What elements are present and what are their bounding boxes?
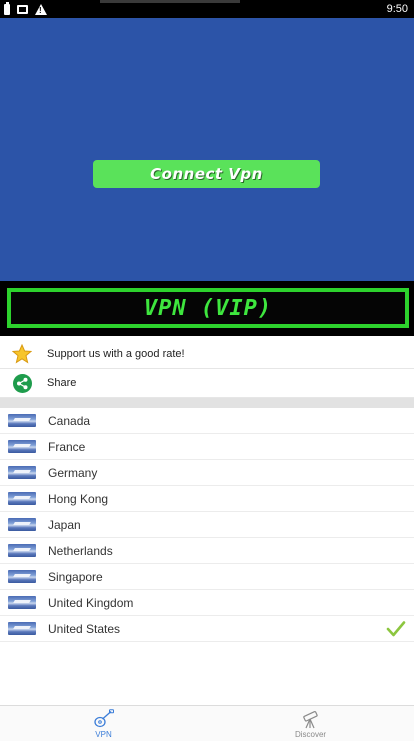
flag-icon [8,466,36,479]
checkmark-icon [386,621,406,637]
status-bar-notch [100,0,240,3]
connect-vpn-label: Connect Vpn [150,165,263,183]
rate-us-label: Support us with a good rate! [47,348,185,360]
tab-discover[interactable]: Discover [207,706,414,741]
flag-icon [8,440,36,453]
tab-vpn[interactable]: VPN [0,706,207,741]
status-time: 9:50 [386,3,408,15]
action-list: Support us with a good rate! Share [0,340,414,398]
country-name: Singapore [48,569,103,584]
country-row-canada[interactable]: Canada [0,408,414,434]
status-icons [4,1,47,16]
country-row-hong-kong[interactable]: Hong Kong [0,486,414,512]
country-name: United States [48,621,121,636]
photo-icon [17,4,28,14]
country-row-singapore[interactable]: Singapore [0,564,414,590]
status-bar: 9:50 [0,0,414,18]
connect-panel: Connect Vpn [0,18,414,281]
country-name: United Kingdom [48,595,134,610]
country-name: Germany [48,465,98,480]
vip-banner-label: VPN (VIP) [143,295,273,321]
country-row-united-states[interactable]: United States [0,616,414,642]
country-name: Hong Kong [48,491,109,506]
guitar-icon [93,708,114,727]
bottom-nav: VPN Discover [0,705,414,741]
share-icon [12,373,32,393]
country-name: France [48,439,86,454]
flag-icon [8,492,36,505]
rate-us-row[interactable]: Support us with a good rate! [0,340,414,369]
country-name: Netherlands [48,543,113,558]
country-row-germany[interactable]: Germany [0,460,414,486]
tab-vpn-label: VPN [95,729,112,739]
warning-icon [35,3,47,15]
country-list: Canada France Germany Hong Kong Japan Ne… [0,408,414,642]
section-divider [0,398,414,408]
share-label: Share [47,377,77,389]
star-icon [12,344,32,364]
flag-icon [8,570,36,583]
vip-banner[interactable]: VPN (VIP) [0,281,414,336]
vip-banner-box: VPN (VIP) [7,288,409,328]
flag-icon [8,518,36,531]
country-row-united-kingdom[interactable]: United Kingdom [0,590,414,616]
flag-icon [8,596,36,609]
telescope-icon [302,710,318,728]
country-row-netherlands[interactable]: Netherlands [0,538,414,564]
flag-icon [8,414,36,427]
country-row-france[interactable]: France [0,434,414,460]
tab-discover-label: Discover [294,729,327,739]
country-name: Canada [48,413,91,428]
share-row[interactable]: Share [0,369,414,398]
connect-vpn-button[interactable]: Connect Vpn [93,160,320,188]
flag-icon [8,544,36,557]
country-row-japan[interactable]: Japan [0,512,414,538]
country-name: Japan [48,517,81,532]
flag-icon [8,622,36,635]
battery-icon [4,1,10,15]
